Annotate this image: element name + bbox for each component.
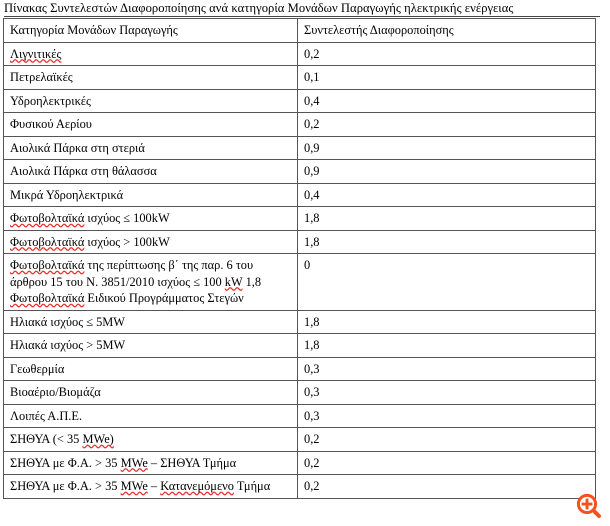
coefficients-table: Κατηγορία Μονάδων Παραγωγής Συντελεστής … — [3, 18, 596, 499]
table-row: ΣΗΘΥΑ με Φ.Α. > 35 MWe – Κατανεμόμενο Τμ… — [3, 474, 596, 499]
table-row: Φωτοβολταϊκά ισχύος > 100kW 1,8 — [3, 229, 596, 254]
cell-category: Μικρά Υδροηλεκτρικά — [3, 182, 298, 207]
cell-coefficient: 0,1 — [297, 65, 596, 90]
table-row: Υδροηλεκτρικές 0,4 — [3, 88, 596, 113]
cell-category: Ηλιακά ισχύος ≤ 5MW — [3, 309, 298, 334]
table-row: Φωτοβολταϊκά ισχύος ≤ 100kW 1,8 — [3, 206, 596, 231]
cell-category: ΣΗΘΥΑ με Φ.Α. > 35 MWe – Κατανεμόμενο Τμ… — [3, 474, 298, 499]
cell-coefficient: 1,8 — [297, 333, 596, 358]
zoom-in-icon[interactable] — [576, 493, 602, 519]
cell-coefficient: 0,2 — [297, 41, 596, 66]
cell-category: ΣΗΘΥΑ με Φ.Α. > 35 MWe – ΣΗΘΥΑ Τμήμα — [3, 450, 298, 475]
cell-coefficient: 0,3 — [297, 356, 596, 381]
cell-category: Υδροηλεκτρικές — [3, 88, 298, 113]
cell-category: Λιγνιτικές — [3, 41, 298, 66]
table-header-row: Κατηγορία Μονάδων Παραγωγής Συντελεστής … — [3, 18, 596, 43]
table-row: Μικρά Υδροηλεκτρικά 0,4 — [3, 182, 596, 207]
table-row: Γεωθερμία 0,3 — [3, 356, 596, 381]
cell-coefficient: 0,9 — [297, 159, 596, 184]
table-row: Αιολικά Πάρκα στη θάλασσα 0,9 — [3, 159, 596, 184]
table-row: Βιοαέριο/Βιομάζα 0,3 — [3, 380, 596, 405]
cell-coefficient: 0,4 — [297, 88, 596, 113]
cell-coefficient: 0,4 — [297, 182, 596, 207]
table-row: Φυσικού Αερίου 0,2 — [3, 112, 596, 137]
table-caption: Πίνακας Συντελεστών Διαφοροποίησης ανά κ… — [4, 0, 600, 17]
cell-coefficient: 0,3 — [297, 380, 596, 405]
table-row: Ηλιακά ισχύος > 5MW 1,8 — [3, 333, 596, 358]
document-page: Πίνακας Συντελεστών Διαφοροποίησης ανά κ… — [0, 0, 610, 526]
cell-category: Βιοαέριο/Βιομάζα — [3, 380, 298, 405]
cell-category: Ηλιακά ισχύος > 5MW — [3, 333, 298, 358]
table-row: Ηλιακά ισχύος ≤ 5MW 1,8 — [3, 309, 596, 334]
cell-coefficient: 0,2 — [297, 427, 596, 452]
cell-category: Αιολικά Πάρκα στη θάλασσα — [3, 159, 298, 184]
cell-coefficient: 1,8 — [297, 229, 596, 254]
cell-coefficient: 0,2 — [297, 112, 596, 137]
cell-category: Γεωθερμία — [3, 356, 298, 381]
table-row: Λοιπές Α.Π.Ε. 0,3 — [3, 403, 596, 428]
table-row: Λιγνιτικές 0,2 — [3, 41, 596, 66]
cell-category: Φωτοβολταϊκά ισχύος > 100kW — [3, 229, 298, 254]
cell-category: Φωτοβολταϊκά ισχύος ≤ 100kW — [3, 206, 298, 231]
column-header-coefficient: Συντελεστής Διαφοροποίησης — [297, 18, 596, 43]
cell-category: Φυσικού Αερίου — [3, 112, 298, 137]
cell-coefficient: 0 — [297, 253, 596, 311]
table-body: Λιγνιτικές 0,2 Πετρελαϊκές 0,1 Υδροηλεκτρικέ… — [3, 41, 596, 499]
cell-coefficient: 1,8 — [297, 309, 596, 334]
cell-coefficient: 0,3 — [297, 403, 596, 428]
table-row: Αιολικά Πάρκα στη στεριά 0,9 — [3, 135, 596, 160]
cell-category: Λοιπές Α.Π.Ε. — [3, 403, 298, 428]
cell-coefficient: 0,2 — [297, 474, 596, 499]
cell-category: Φωτοβολταϊκά της περίπτωσης β΄ της παρ. … — [3, 253, 298, 311]
table-row: ΣΗΘΥΑ (< 35 MWe) 0,2 — [3, 427, 596, 452]
cell-coefficient: 0,2 — [297, 450, 596, 475]
cell-coefficient: 0,9 — [297, 135, 596, 160]
table-row: Φωτοβολταϊκά της περίπτωσης β΄ της παρ. … — [3, 253, 596, 311]
column-header-category: Κατηγορία Μονάδων Παραγωγής — [3, 18, 298, 43]
cell-category: Πετρελαϊκές — [3, 65, 298, 90]
cell-category: ΣΗΘΥΑ (< 35 MWe) — [3, 427, 298, 452]
cell-category: Αιολικά Πάρκα στη στεριά — [3, 135, 298, 160]
cell-coefficient: 1,8 — [297, 206, 596, 231]
table-row: Πετρελαϊκές 0,1 — [3, 65, 596, 90]
table-row: ΣΗΘΥΑ με Φ.Α. > 35 MWe – ΣΗΘΥΑ Τμήμα 0,2 — [3, 450, 596, 475]
